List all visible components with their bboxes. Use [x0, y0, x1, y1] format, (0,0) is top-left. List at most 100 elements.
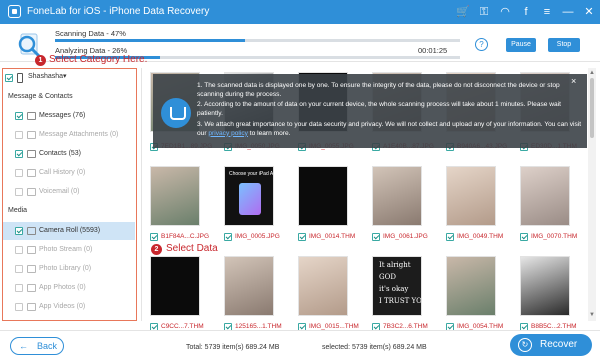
sidebar-item-checkbox[interactable] — [15, 246, 23, 254]
recover-button[interactable]: ↻ Recover — [510, 334, 592, 356]
wifi-icon[interactable]: ◠ — [498, 5, 512, 19]
privacy-policy-link[interactable]: privacy policy — [208, 130, 248, 137]
back-button[interactable]: ← Back — [10, 337, 64, 355]
window-title: FoneLab for iOS - iPhone Data Recovery — [27, 6, 210, 17]
section-title-messages: Message & Contacts — [8, 93, 73, 100]
file-item[interactable]: IMG_0061.JPG — [372, 232, 442, 242]
file-item[interactable]: IMG_0005.JPG — [224, 232, 294, 242]
sidebar-item[interactable]: App Photos (0) — [3, 279, 135, 297]
photo-thumbnail[interactable] — [150, 166, 200, 226]
sidebar-item-checkbox[interactable] — [15, 265, 23, 273]
category-sidebar: Shashasha ▾ Message & Contacts Media Mes… — [2, 68, 137, 321]
sidebar-item-checkbox[interactable] — [15, 131, 23, 139]
category-icon — [27, 112, 36, 120]
file-name: IMG_0005.JPG — [235, 233, 280, 240]
sidebar-item-label: Photo Stream (0) — [39, 246, 93, 253]
photo-thumbnail[interactable] — [446, 256, 496, 316]
file-checkbox[interactable] — [150, 233, 158, 241]
device-name: Shashasha — [28, 73, 64, 80]
photo-thumbnail[interactable]: It alright GOD it's okay I TRUST YOU — [372, 256, 422, 316]
notice-paragraph-2: 2. According to the amount of data on yo… — [197, 101, 561, 117]
category-icon — [27, 265, 36, 273]
device-checkbox[interactable] — [5, 74, 13, 82]
scrollbar-thumb[interactable] — [590, 78, 594, 138]
scanning-progress-bar — [55, 39, 460, 42]
sidebar-item-checkbox[interactable] — [15, 303, 23, 311]
photo-thumbnail[interactable] — [520, 256, 570, 316]
file-checkbox[interactable] — [446, 233, 454, 241]
photo-thumbnail[interactable]: Choose your iPad Air — [224, 166, 274, 226]
file-item[interactable]: B1F84A...C.JPG — [150, 232, 220, 242]
total-count: Total: 5739 item(s) 689.24 MB — [186, 344, 280, 351]
sidebar-item[interactable]: App Videos (0) — [3, 298, 135, 316]
stop-button[interactable]: Stop — [548, 38, 580, 52]
selected-count: selected: 5739 item(s) 689.24 MB — [322, 344, 427, 351]
close-icon[interactable]: ✕ — [582, 5, 596, 19]
trophy-icon: ▾ — [63, 73, 67, 80]
ipad-image — [239, 183, 261, 215]
sidebar-item[interactable]: Camera Roll (5593) — [3, 222, 135, 240]
notice-p3-tail: to learn more. — [247, 129, 291, 137]
category-icon — [27, 246, 36, 254]
scroll-down-icon[interactable]: ▼ — [589, 312, 595, 318]
key-icon[interactable]: ⚿ — [477, 5, 491, 19]
file-name: IMG_0049.THM — [457, 233, 504, 240]
sidebar-item[interactable]: Contacts (53) — [3, 145, 135, 163]
sidebar-item-label: Voicemail (0) — [39, 188, 80, 195]
sidebar-item-checkbox[interactable] — [15, 150, 23, 158]
sidebar-item-label: Contacts (53) — [39, 150, 82, 157]
step1-badge: 1 — [35, 55, 46, 66]
sidebar-item[interactable]: Photo Stream (0) — [3, 241, 135, 259]
photo-thumbnail[interactable] — [446, 166, 496, 226]
quote-text: I TRUST YOU — [379, 297, 422, 305]
sidebar-item-checkbox[interactable] — [15, 169, 23, 177]
file-item[interactable]: IMG_0014.THM — [298, 232, 368, 242]
file-checkbox[interactable] — [372, 233, 380, 241]
file-checkbox[interactable] — [520, 233, 528, 241]
cart-icon[interactable]: 🛒 — [456, 5, 470, 19]
photo-thumbnail[interactable] — [150, 256, 200, 316]
sidebar-item[interactable]: Message Attachments (0) — [3, 126, 135, 144]
minimize-icon[interactable]: — — [561, 5, 575, 19]
sidebar-item[interactable]: Voicemail (0) — [3, 183, 135, 201]
device-row[interactable]: Shashasha ▾ — [3, 71, 135, 85]
title-bar: FoneLab for iOS - iPhone Data Recovery 🛒… — [0, 0, 600, 24]
sidebar-item-checkbox[interactable] — [15, 188, 23, 196]
file-name: IMG_0014.THM — [309, 233, 356, 240]
sidebar-item-checkbox[interactable] — [15, 112, 23, 120]
step2-badge: 2 — [151, 244, 162, 255]
photo-thumbnail[interactable] — [372, 166, 422, 226]
ipad-caption: Choose your iPad Air — [229, 171, 274, 177]
photo-thumbnail[interactable] — [224, 256, 274, 316]
menu-icon[interactable]: ≡ — [540, 5, 554, 19]
photo-thumbnail[interactable] — [298, 166, 348, 226]
sidebar-item[interactable]: Messages (76) — [3, 107, 135, 125]
pause-button[interactable]: Pause — [506, 38, 536, 52]
sidebar-item[interactable]: App Audio (0) — [3, 317, 135, 320]
recover-label: Recover — [540, 339, 578, 350]
step1-label: Select Category Here. — [49, 54, 148, 65]
help-icon[interactable]: ? — [475, 38, 488, 51]
quote-text: GOD — [379, 273, 396, 281]
sidebar-item[interactable]: Photo Library (0) — [3, 260, 135, 278]
sidebar-item-checkbox[interactable] — [15, 284, 23, 292]
step2-label: Select Data — [166, 243, 218, 254]
sidebar-item[interactable]: Call History (0) — [3, 164, 135, 182]
notice-close-icon[interactable]: × — [571, 77, 576, 86]
file-name: IMG_0070.THM — [531, 233, 578, 240]
back-label: Back — [37, 341, 58, 351]
elapsed-time: 00:01:25 — [418, 46, 448, 55]
photo-thumbnail[interactable] — [298, 256, 348, 316]
arrow-left-icon: ← — [19, 341, 28, 351]
quote-text: it's okay — [379, 285, 409, 293]
file-item[interactable]: IMG_0070.THM — [520, 232, 590, 242]
quote-text: It alright — [379, 261, 411, 269]
photo-thumbnail[interactable] — [520, 166, 570, 226]
file-item[interactable]: IMG_0049.THM — [446, 232, 516, 242]
category-icon — [27, 150, 36, 158]
file-checkbox[interactable] — [298, 233, 306, 241]
sidebar-item-checkbox[interactable] — [15, 227, 23, 235]
file-checkbox[interactable] — [224, 233, 232, 241]
scroll-up-icon[interactable]: ▲ — [589, 70, 595, 76]
facebook-icon[interactable]: f — [519, 5, 533, 19]
